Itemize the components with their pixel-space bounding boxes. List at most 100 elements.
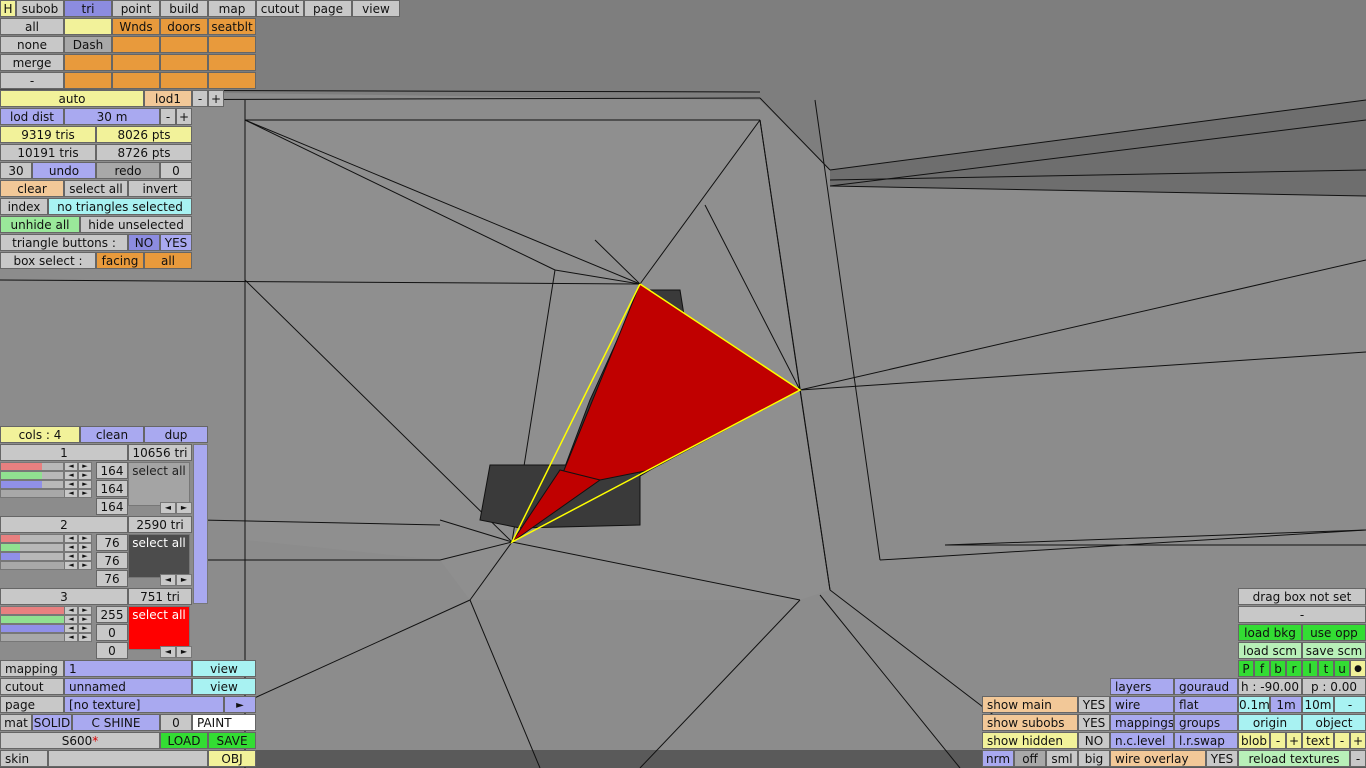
arrow-left-icon[interactable]: ◄ bbox=[64, 615, 78, 624]
group-swatch-select-all[interactable]: select all bbox=[128, 534, 190, 578]
size-big-button[interactable]: big bbox=[1078, 750, 1110, 767]
arrow-left-icon[interactable]: ◄ bbox=[160, 574, 176, 586]
arrow-left-icon[interactable]: ◄ bbox=[64, 561, 78, 570]
play-icon[interactable]: ► bbox=[224, 696, 256, 713]
hide-unselected-button[interactable]: hide unselected bbox=[80, 216, 192, 233]
channel-slider[interactable] bbox=[0, 633, 65, 642]
dash-button[interactable]: - bbox=[1238, 606, 1366, 623]
save-scm-button[interactable]: save scm bbox=[1302, 642, 1366, 659]
arrow-right-icon[interactable]: ► bbox=[78, 534, 92, 543]
channel-slider[interactable] bbox=[0, 534, 64, 543]
index-button[interactable]: index bbox=[0, 198, 48, 215]
red-value[interactable]: 164 bbox=[96, 462, 128, 479]
subob-minus-button[interactable]: - bbox=[0, 72, 64, 89]
subob-slot[interactable] bbox=[64, 72, 112, 89]
cols-dup-button[interactable]: dup bbox=[144, 426, 208, 443]
tab-point[interactable]: point bbox=[112, 0, 160, 17]
arrow-left-icon[interactable]: ◄ bbox=[64, 543, 78, 552]
load-bkg-button[interactable]: load bkg bbox=[1238, 624, 1302, 641]
lod-auto-button[interactable]: auto bbox=[0, 90, 144, 107]
use-opp-button[interactable]: use opp bbox=[1302, 624, 1366, 641]
paint-button[interactable]: PAINT bbox=[192, 714, 256, 731]
channel-slider[interactable] bbox=[0, 480, 64, 489]
arrow-right-icon[interactable]: ► bbox=[78, 552, 92, 561]
subob-slot[interactable] bbox=[112, 72, 160, 89]
arrow-right-icon[interactable]: ► bbox=[78, 561, 92, 570]
size-sml-button[interactable]: sml bbox=[1046, 750, 1078, 767]
wire-overlay-toggle[interactable]: YES bbox=[1206, 750, 1238, 767]
invert-button[interactable]: invert bbox=[128, 180, 192, 197]
arrow-right-icon[interactable]: ► bbox=[78, 615, 92, 624]
arrow-left-icon[interactable]: ◄ bbox=[64, 534, 78, 543]
skin-value[interactable] bbox=[48, 750, 208, 767]
wire-button[interactable]: wire bbox=[1110, 696, 1174, 713]
reload-minus[interactable]: - bbox=[1350, 750, 1366, 767]
tab-cutout[interactable]: cutout bbox=[256, 0, 304, 17]
lod-plus-button[interactable]: + bbox=[208, 90, 224, 107]
subob-slot[interactable] bbox=[160, 36, 208, 53]
arrow-left-icon[interactable]: ◄ bbox=[160, 646, 176, 658]
show-subobs-toggle[interactable]: YES bbox=[1078, 714, 1110, 731]
subob-slot[interactable] bbox=[64, 54, 112, 71]
page-value[interactable]: [no texture] bbox=[64, 696, 224, 713]
view-letter-l[interactable]: l bbox=[1302, 660, 1318, 677]
subob-slot[interactable] bbox=[112, 36, 160, 53]
channel-slider[interactable] bbox=[0, 552, 64, 561]
select-all-button[interactable]: select all bbox=[64, 180, 128, 197]
arrow-right-icon[interactable]: ► bbox=[78, 471, 92, 480]
subob-merge-button[interactable]: merge bbox=[0, 54, 64, 71]
layers-button[interactable]: layers bbox=[1110, 678, 1174, 695]
subob-dash[interactable]: Dash bbox=[64, 36, 112, 53]
channel-slider[interactable] bbox=[0, 471, 64, 480]
subob-slot[interactable] bbox=[208, 54, 256, 71]
text-plus[interactable]: + bbox=[1350, 732, 1366, 749]
arrow-right-icon[interactable]: ► bbox=[176, 502, 192, 514]
arrow-left-icon[interactable]: ◄ bbox=[64, 624, 78, 633]
blob-plus[interactable]: + bbox=[1286, 732, 1302, 749]
group-swatch-select-all[interactable]: select all bbox=[128, 606, 190, 650]
channel-slider[interactable] bbox=[0, 489, 65, 498]
green-value[interactable]: 0 bbox=[96, 624, 128, 641]
cutout-value[interactable]: unnamed bbox=[64, 678, 192, 695]
subob-wnds[interactable]: Wnds bbox=[112, 18, 160, 35]
lod1-button[interactable]: lod1 bbox=[144, 90, 192, 107]
groups-button[interactable]: groups bbox=[1174, 714, 1238, 731]
show-main-toggle[interactable]: YES bbox=[1078, 696, 1110, 713]
load-scm-button[interactable]: load scm bbox=[1238, 642, 1302, 659]
size-nrm-button[interactable]: nrm bbox=[982, 750, 1014, 767]
arrow-left-icon[interactable]: ◄ bbox=[64, 552, 78, 561]
tri-buttons-yes[interactable]: YES bbox=[160, 234, 192, 251]
subob-slot[interactable] bbox=[208, 72, 256, 89]
arrow-right-icon[interactable]: ► bbox=[176, 574, 192, 586]
arrow-left-icon[interactable]: ◄ bbox=[160, 502, 176, 514]
size-off-button[interactable]: off bbox=[1014, 750, 1046, 767]
cshine-button[interactable]: C SHINE bbox=[72, 714, 160, 731]
arrow-right-icon[interactable]: ► bbox=[78, 624, 92, 633]
cutout-view-button[interactable]: view bbox=[192, 678, 256, 695]
lod-dist-plus[interactable]: + bbox=[176, 108, 192, 125]
origin-button[interactable]: origin bbox=[1238, 714, 1302, 731]
group-swatch-select-all[interactable]: select all bbox=[128, 462, 190, 506]
subob-doors[interactable]: doors bbox=[160, 18, 208, 35]
channel-slider[interactable] bbox=[0, 606, 65, 615]
solid-button[interactable]: SOLID bbox=[32, 714, 72, 731]
lod-minus-button[interactable]: - bbox=[192, 90, 208, 107]
view-letter-P[interactable]: P bbox=[1238, 660, 1254, 677]
mapping-view-button[interactable]: view bbox=[192, 660, 256, 677]
subob-slot[interactable] bbox=[160, 72, 208, 89]
arrow-left-icon[interactable]: ◄ bbox=[64, 462, 78, 471]
h-button[interactable]: H bbox=[0, 0, 16, 17]
reload-textures-button[interactable]: reload textures bbox=[1238, 750, 1350, 767]
arrow-right-icon[interactable]: ► bbox=[78, 606, 92, 615]
arrow-right-icon[interactable]: ► bbox=[78, 633, 92, 642]
view-letter-r[interactable]: r bbox=[1286, 660, 1302, 677]
tab-tri[interactable]: tri bbox=[64, 0, 112, 17]
mappings-button[interactable]: mappings bbox=[1110, 714, 1174, 731]
channel-slider[interactable] bbox=[0, 561, 65, 570]
tri-buttons-no[interactable]: NO bbox=[128, 234, 160, 251]
3d-viewport[interactable] bbox=[0, 0, 1366, 768]
green-value[interactable]: 76 bbox=[96, 552, 128, 569]
blue-value[interactable]: 0 bbox=[96, 642, 128, 659]
arrow-left-icon[interactable]: ◄ bbox=[64, 480, 78, 489]
channel-slider[interactable] bbox=[0, 624, 65, 633]
